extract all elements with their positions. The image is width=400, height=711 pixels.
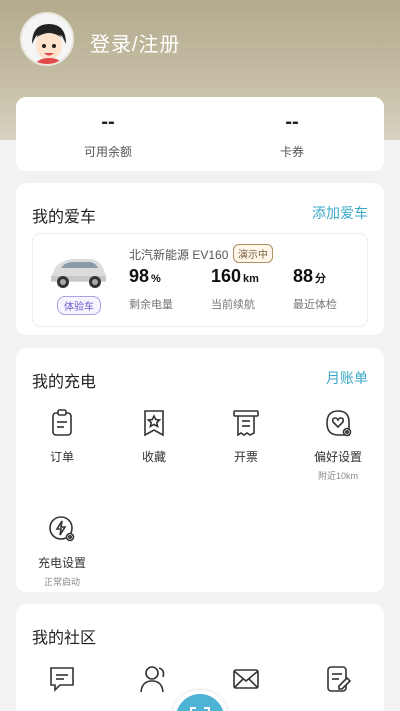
invoice-button[interactable]: 开票 (200, 408, 292, 465)
balance-label: 可用余额 (83, 145, 132, 159)
preferences-button[interactable]: 偏好设置 附近10km (292, 408, 384, 482)
battery-value: 98 (129, 266, 150, 286)
my-charging-title: 我的充电 (32, 374, 97, 391)
charging-settings-label: 充电设置 (37, 556, 86, 570)
preferences-label: 偏好设置 (313, 450, 362, 464)
balance-card: -- 可用余额 -- 卡券 (16, 97, 384, 171)
star-bookmark-icon (139, 408, 169, 438)
coupons[interactable]: -- 卡券 (200, 111, 384, 160)
community-notes-button[interactable] (292, 664, 384, 694)
edit-note-icon (323, 664, 353, 694)
orders-label: 订单 (49, 450, 74, 464)
user-avatar-icon[interactable] (20, 12, 74, 66)
charging-settings-button[interactable]: 充电设置 正常启动 (16, 514, 108, 588)
clipboard-icon (47, 408, 77, 438)
community-users-button[interactable] (108, 664, 200, 694)
monthly-bill-link[interactable]: 月账单 (326, 368, 368, 388)
my-car-section: 我的爱车 添加爱车 体验车 北汽新能源 EV160 演示中 98% 剩余电量 1… (16, 183, 384, 335)
favorites-button[interactable]: 收藏 (108, 408, 200, 465)
charging-settings-sub: 正常启动 (43, 577, 80, 587)
invoice-label: 开票 (233, 450, 258, 464)
chat-icon (47, 664, 77, 694)
preferences-sub: 附近10km (317, 471, 358, 481)
demo-status-badge: 演示中 (233, 244, 273, 263)
community-chat-button[interactable] (16, 664, 108, 694)
my-car-title: 我的爱车 (32, 209, 97, 226)
car-model-name: 北汽新能源 EV160 (129, 248, 229, 262)
trial-car-tag: 体验车 (57, 296, 101, 315)
my-community-title: 我的社区 (32, 630, 97, 647)
mail-icon (231, 664, 261, 694)
available-balance[interactable]: -- 可用余额 (16, 111, 200, 160)
checkup-label: 最近体检 (293, 299, 337, 311)
favorites-label: 收藏 (141, 450, 166, 464)
orders-button[interactable]: 订单 (16, 408, 108, 465)
battery-stat: 98% 剩余电量 (129, 266, 173, 311)
balance-value: -- (101, 111, 115, 133)
lightning-settings-icon (47, 514, 77, 544)
coupon-value: -- (285, 111, 299, 133)
battery-unit: % (151, 273, 161, 285)
range-label: 当前续航 (211, 299, 255, 311)
range-unit: km (243, 273, 259, 285)
coupon-label: 卡券 (279, 145, 304, 159)
battery-label: 剩余电量 (129, 299, 173, 311)
car-image-icon (47, 254, 109, 290)
range-value: 160 (211, 266, 242, 286)
users-icon (139, 664, 169, 694)
checkup-unit: 分 (315, 273, 327, 285)
receipt-icon (231, 408, 261, 438)
login-register-link[interactable]: 登录/注册 (90, 28, 181, 57)
checkup-value: 88 (293, 266, 314, 286)
my-charging-section: 我的充电 月账单 订单 收藏 开票 偏好设置 附近10km 充电设置 正常启动 (16, 348, 384, 592)
checkup-stat: 88 分 最近体检 (293, 266, 337, 311)
heart-settings-icon (323, 408, 353, 438)
car-card[interactable]: 体验车 北汽新能源 EV160 演示中 98% 剩余电量 160 km 当前续航 … (32, 233, 368, 327)
add-car-link[interactable]: 添加爱车 (312, 203, 368, 223)
community-mail-button[interactable] (200, 664, 292, 694)
range-stat: 160 km 当前续航 (211, 266, 259, 311)
scan-icon (189, 706, 211, 711)
